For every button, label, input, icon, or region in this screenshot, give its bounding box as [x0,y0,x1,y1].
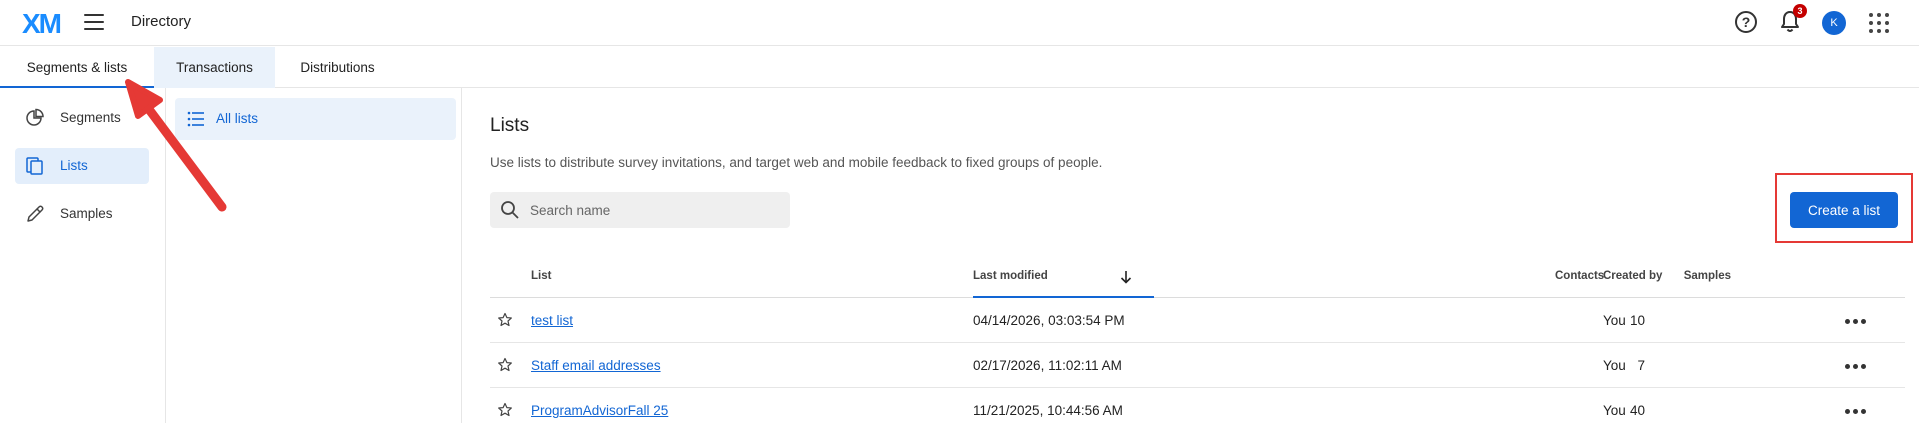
list-name-link[interactable]: test list [531,313,573,328]
app-grid-icon[interactable] [1869,13,1889,33]
tab-transactions[interactable]: Transactions [154,47,275,88]
column-header-list[interactable]: List [531,270,551,282]
contacts-cell: 40 [1629,403,1645,418]
create-list-button[interactable]: Create a list [1790,192,1898,228]
sort-descending-icon [1120,271,1132,284]
star-icon[interactable] [497,402,513,418]
subnav-item-all-lists[interactable]: All lists [175,98,456,140]
more-options-icon[interactable] [1845,311,1875,329]
subnav-item-label: All lists [216,111,259,126]
page-title: Lists [490,115,530,136]
top-bar: XM Directory ? 3 K [0,0,1919,46]
pipette-icon [27,205,44,222]
sidebar-item-label: Lists [60,158,88,173]
search-input[interactable] [530,192,780,228]
column-header-created-by[interactable]: Created by [1603,270,1662,282]
last-modified-cell: 02/17/2026, 11:02:11 AM [973,358,1122,373]
last-modified-cell: 11/21/2025, 10:44:56 AM [973,403,1123,418]
tab-bar: Segments & lists Transactions Distributi… [0,47,1919,88]
contacts-cell: 7 [1637,358,1645,373]
list-name-link[interactable]: Staff email addresses [531,358,661,373]
pie-chart-icon [26,108,44,126]
sidebar-item-label: Samples [60,206,113,221]
table-row: Staff email addresses 02/17/2026, 11:02:… [490,343,1905,388]
column-header-last-modified[interactable]: Last modified [973,260,1154,298]
column-header-label: Last modified [973,270,1048,282]
table-header: List Last modified Contacts Samples Crea… [490,260,1905,298]
created-by-cell: You [1603,403,1626,418]
tab-distributions[interactable]: Distributions [275,47,400,88]
avatar[interactable]: K [1822,11,1846,35]
search-box [490,192,790,228]
star-icon[interactable] [497,312,513,328]
sidebar-item-segments[interactable]: Segments [15,100,149,136]
list-name-link[interactable]: ProgramAdvisorFall 25 [531,403,668,418]
sidebar-item-lists[interactable]: Lists [15,148,149,184]
contacts-cell: 10 [1629,313,1645,328]
sidebar-item-label: Segments [60,110,121,125]
more-options-icon[interactable] [1845,401,1875,419]
created-by-cell: You [1603,358,1626,373]
tab-segments-lists[interactable]: Segments & lists [0,47,154,88]
lists-icon [26,157,43,175]
page-description: Use lists to distribute survey invitatio… [490,155,1103,170]
last-modified-cell: 04/14/2026, 03:03:54 PM [973,313,1125,328]
list-icon [187,111,204,127]
app-title: Directory [131,13,192,30]
question-circle-icon[interactable]: ? [1735,11,1757,33]
table-row: ProgramAdvisorFall 25 11/21/2025, 10:44:… [490,388,1905,423]
sub-navigation: All lists [166,88,462,423]
left-sidebar: Segments Lists Samples [0,88,166,423]
xm-logo[interactable]: XM [22,8,62,40]
star-icon[interactable] [497,357,513,373]
created-by-cell: You [1603,313,1626,328]
table-row: test list 04/14/2026, 03:03:54 PM 10 You [490,298,1905,343]
sidebar-item-samples[interactable]: Samples [15,196,149,232]
more-options-icon[interactable] [1845,356,1875,374]
hamburger-menu-icon[interactable] [84,14,104,30]
notification-badge: 3 [1793,4,1807,18]
search-icon [501,201,519,219]
